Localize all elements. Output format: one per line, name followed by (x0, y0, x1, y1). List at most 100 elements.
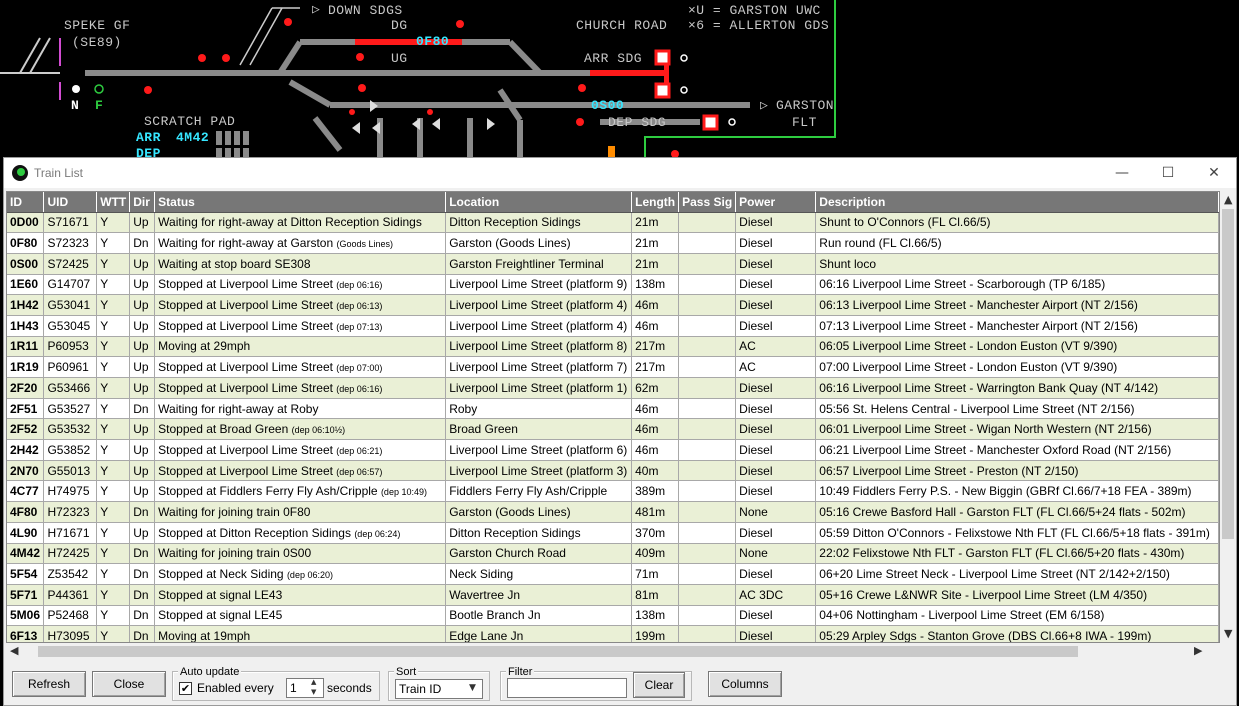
status-text: Stopped at Liverpool Lime Street (158, 442, 333, 457)
stepper-up-icon[interactable]: ▲ (311, 678, 316, 686)
scroll-thumb[interactable] (1222, 209, 1234, 539)
cell-pass-sig (678, 605, 737, 627)
cell-dir: Dn (129, 605, 156, 627)
table-row[interactable]: 6F13 H73095 Y Dn Moving at 19mph Edge Lane Jn… (7, 625, 1219, 642)
table-row[interactable]: 1R11 P60953 Y Up Moving at 29mph Liverpool Li… (7, 336, 1219, 358)
table-row[interactable]: 5M06 P52468 Y Dn Stopped at signal LE45 Bootl… (7, 605, 1219, 627)
column-header[interactable]: Dir (129, 192, 156, 213)
cell-power: AC (735, 356, 817, 378)
scroll-right-icon[interactable]: ▶ (1194, 644, 1202, 657)
table-row[interactable]: 0D00 S71671 Y Up Waiting for right-away at D… (7, 212, 1219, 234)
filter-label: Filter (506, 666, 535, 678)
table-row[interactable]: 5F71 P44361 Y Dn Stopped at signal LE43 Waver… (7, 584, 1219, 606)
scroll-thumb[interactable] (38, 646, 1078, 657)
filter-input[interactable] (507, 678, 627, 698)
cell-status: Stopped at signal LE45 (154, 605, 447, 627)
scratch-pad-arr-train[interactable]: 4M42 (176, 130, 209, 145)
cell-id: 0D00 (7, 212, 45, 234)
cell-location: Liverpool Lime Street (platform 3) (445, 460, 633, 482)
cell-power: Diesel (735, 563, 817, 585)
refresh-button[interactable]: Refresh (12, 671, 86, 697)
cell-wtt: Y (96, 522, 131, 544)
column-header[interactable]: Power (735, 192, 817, 213)
cell-uid: P60953 (43, 336, 98, 358)
cell-uid: H74975 (43, 480, 98, 503)
table-row[interactable]: 1H42 G53041 Y Up Stopped at Liverpool Lime S… (7, 294, 1219, 316)
cell-dir: Dn (129, 563, 156, 585)
table-row[interactable]: 2N70 G55013 Y Up Stopped at Liverpool Lime S… (7, 460, 1219, 482)
cell-uid: Z53542 (43, 563, 98, 585)
cell-description: Run round (FL Cl.66/5) (815, 232, 1219, 254)
column-header[interactable]: Description (815, 192, 1219, 213)
table-row[interactable]: 0S00 S72425 Y Up Waiting at stop board SE308… (7, 253, 1219, 275)
table-row[interactable]: 4F80 H72323 Y Dn Waiting for joining train 0… (7, 501, 1219, 523)
table-row[interactable]: 5F54 Z53542 Y Dn Stopped at Neck Siding (dep… (7, 563, 1219, 585)
table-row[interactable]: 2H42 G53852 Y Up Stopped at Liverpool Lime S… (7, 439, 1219, 461)
table-row[interactable]: 2F52 G53532 Y Up Stopped at Broad Green (dep… (7, 418, 1219, 441)
cell-length: 71m (631, 563, 680, 585)
cell-status: Waiting for right-away at Ditton Recepti… (154, 212, 447, 234)
column-header[interactable]: Length (631, 192, 680, 213)
cell-length: 21m (631, 212, 680, 234)
status-detail: (dep 06:21) (336, 445, 383, 456)
cell-status: Stopped at Liverpool Lime Street (dep 06… (154, 460, 447, 482)
close-window-button[interactable]: ✕ (1191, 158, 1237, 188)
scroll-down-icon[interactable]: ▼ (1224, 627, 1232, 640)
train-berth[interactable]: 0F80 (416, 34, 449, 49)
cell-id: 2N70 (7, 460, 45, 482)
cell-wtt: Y (96, 460, 131, 482)
cell-id: 2F51 (7, 398, 45, 420)
maximize-button[interactable]: ☐ (1145, 158, 1191, 188)
column-header[interactable]: Status (154, 192, 447, 213)
column-header[interactable]: Pass Sig (678, 192, 737, 213)
cell-status: Stopped at Liverpool Lime Street (dep 06… (154, 274, 447, 296)
cell-uid: P60961 (43, 356, 98, 378)
sort-value: Train ID (399, 682, 442, 696)
column-header[interactable]: Location (445, 192, 633, 213)
status-text: Stopped at signal LE45 (158, 608, 283, 623)
cell-pass-sig (678, 584, 737, 606)
column-header[interactable]: ID (7, 192, 45, 213)
minimize-button[interactable]: — (1099, 158, 1145, 188)
enabled-checkbox[interactable]: ✔ (179, 682, 192, 695)
table-row[interactable]: 4L90 H71671 Y Up Stopped at Ditton Reception… (7, 522, 1219, 544)
cell-pass-sig (678, 315, 737, 337)
column-header[interactable]: UID (43, 192, 98, 213)
cell-power: Diesel (735, 398, 817, 420)
table-row[interactable]: 2F20 G53466 Y Up Stopped at Liverpool Lime S… (7, 377, 1219, 399)
vertical-scrollbar[interactable]: ▲ ▼ (1220, 191, 1236, 643)
table-row[interactable]: 1H43 G53045 Y Up Stopped at Liverpool Lime S… (7, 315, 1219, 337)
scroll-up-icon[interactable]: ▲ (1224, 193, 1232, 206)
table-row[interactable]: 4C77 H74975 Y Up Stopped at Fiddlers Ferry F… (7, 480, 1219, 503)
train-berth[interactable]: 0S00 (591, 98, 624, 113)
cell-location: Liverpool Lime Street (platform 1) (445, 377, 633, 399)
table-row[interactable]: 1E60 G14707 Y Up Stopped at Liverpool Lime S… (7, 274, 1219, 296)
status-detail: (dep 06:20) (286, 570, 333, 581)
scroll-left-icon[interactable]: ◀ (10, 644, 18, 657)
table-row[interactable]: 0F80 S72323 Y Dn Waiting for right-away at G… (7, 232, 1219, 254)
column-header[interactable]: WTT (96, 192, 131, 213)
close-button[interactable]: Close (92, 671, 166, 697)
title-bar[interactable]: Train List — ☐ ✕ (4, 158, 1236, 188)
cell-description: 05:29 Arpley Sdgs - Stanton Grove (DBS C… (815, 625, 1219, 642)
enabled-label: Enabled every (197, 681, 274, 695)
cell-uid: G53041 (43, 294, 98, 316)
cell-id: 1E60 (7, 274, 45, 296)
cell-dir: Dn (129, 625, 156, 642)
columns-button[interactable]: Columns (708, 671, 782, 697)
chevron-down-icon[interactable]: ▼ (469, 683, 476, 693)
cell-dir: Up (129, 274, 156, 296)
table-row[interactable]: 1R19 P60961 Y Up Stopped at Liverpool Lime S… (7, 356, 1219, 378)
indicator-n: N (71, 98, 80, 113)
cell-status: Waiting for right-away at Garston (Goods… (154, 232, 447, 254)
horizontal-scrollbar[interactable]: ◀ ▶ (6, 643, 1220, 659)
clear-button[interactable]: Clear (633, 672, 685, 698)
interval-stepper[interactable]: 1 (286, 678, 324, 698)
cell-pass-sig (678, 294, 737, 316)
stepper-down-icon[interactable]: ▼ (311, 688, 316, 696)
table-row[interactable]: 4M42 H72425 Y Dn Waiting for joining train 0… (7, 543, 1219, 565)
cell-length: 81m (631, 584, 680, 606)
interval-value: 1 (290, 681, 297, 695)
cell-status: Moving at 19mph (154, 625, 447, 642)
table-row[interactable]: 2F51 G53527 Y Dn Waiting for right-away at R… (7, 398, 1219, 420)
